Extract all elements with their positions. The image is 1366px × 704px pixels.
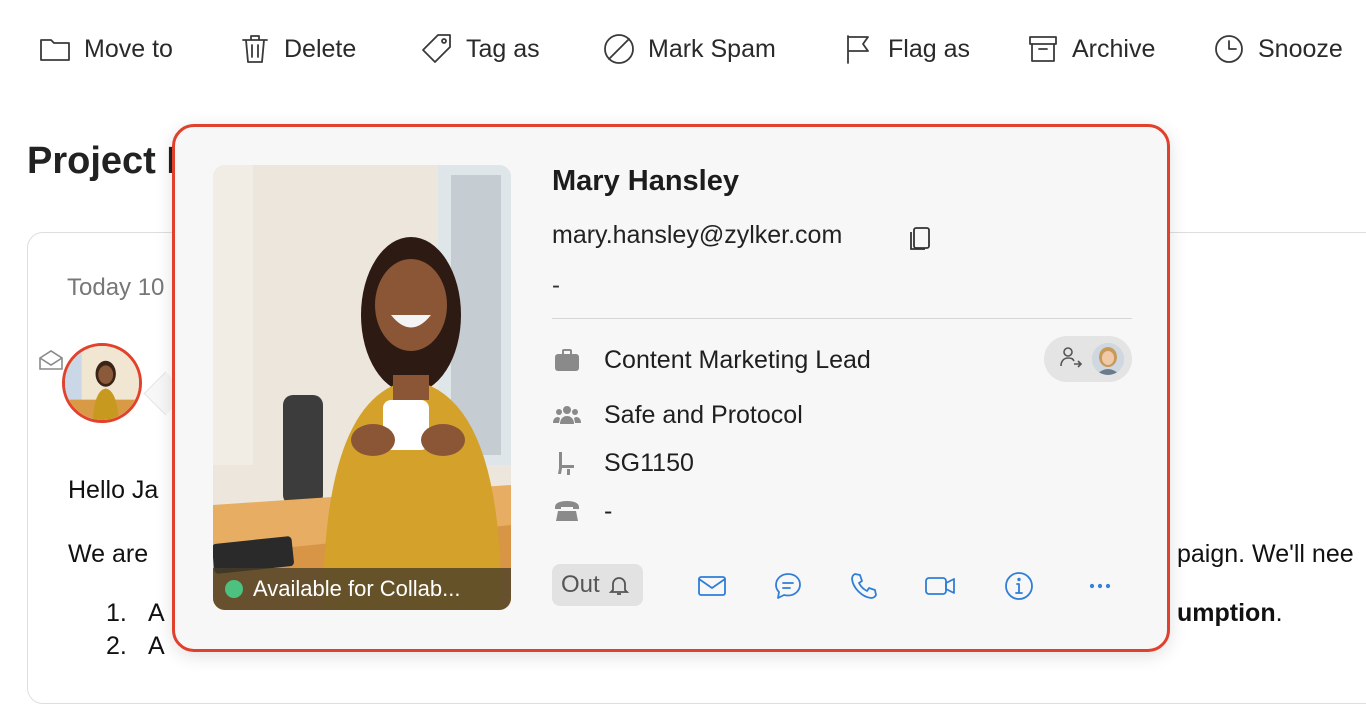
snooze-button[interactable]: Snooze [1212, 28, 1343, 70]
contact-email[interactable]: mary.hansley@zylker.com [552, 221, 842, 250]
seat-icon [552, 448, 582, 478]
job-title: Content Marketing Lead [604, 345, 871, 374]
sender-avatar[interactable] [62, 343, 142, 423]
bell-icon [608, 577, 629, 595]
flag-as-label: Flag as [888, 34, 970, 63]
snooze-label: Snooze [1258, 34, 1343, 63]
status-dot [225, 580, 243, 598]
list-item-bold: umption [1177, 599, 1276, 627]
tag-icon [422, 34, 451, 63]
out-label: Out [561, 571, 600, 598]
tag-as-button[interactable]: Tag as [420, 28, 540, 70]
manager-avatar [1092, 343, 1124, 375]
archive-label: Archive [1072, 34, 1156, 63]
email-paragraph-start: We are [68, 540, 149, 568]
phone-icon [851, 573, 877, 599]
list-item-end: umption. [1177, 599, 1283, 628]
department-row: Safe and Protocol [552, 398, 803, 432]
reporting-manager-button[interactable] [1044, 336, 1132, 382]
list-item-number: 1. [106, 599, 127, 627]
envelope-open-icon [38, 349, 64, 371]
out-of-office-button[interactable]: Out [552, 564, 643, 606]
list-item-start: A [148, 599, 165, 627]
briefcase-icon [552, 345, 582, 375]
tag-as-label: Tag as [466, 34, 540, 63]
trash-icon [242, 35, 268, 63]
move-to-label: Move to [84, 34, 173, 63]
move-to-button[interactable]: Move to [38, 28, 173, 70]
status-text: Available for Collab... [253, 576, 461, 601]
archive-button[interactable]: Archive [1026, 28, 1155, 70]
call-button[interactable] [846, 568, 882, 604]
delete-label: Delete [284, 34, 357, 63]
email-paragraph-end: paign. We'll nee [1177, 540, 1354, 568]
email-subject: Project B [27, 140, 194, 182]
mail-toolbar: Move to Delete Tag as Mark Spam Flag as … [0, 0, 1366, 98]
more-icon [1089, 583, 1111, 589]
send-email-button[interactable] [694, 568, 730, 604]
flag-as-button[interactable]: Flag as [842, 28, 970, 70]
phone-row: - [552, 494, 612, 528]
email-greeting: Hello Ja [68, 476, 159, 504]
video-icon [925, 577, 955, 595]
seat-row: SG1150 [552, 446, 694, 480]
info-icon [1005, 572, 1033, 600]
reports-to-icon [1058, 344, 1084, 375]
mark-spam-button[interactable]: Mark Spam [602, 28, 776, 70]
more-options-button[interactable] [1082, 568, 1118, 604]
clock-icon [1215, 35, 1243, 63]
job-title-row: Content Marketing Lead [552, 343, 871, 377]
contact-photo-image [213, 165, 511, 610]
email-date: Today 10 [67, 274, 165, 301]
phone-number: - [604, 496, 613, 525]
info-button[interactable] [1001, 568, 1037, 604]
team-icon [552, 400, 582, 430]
contact-secondary-info: - [552, 272, 560, 299]
spam-icon [604, 34, 634, 64]
list-item-suffix: . [1275, 599, 1283, 627]
desk-phone-icon [552, 496, 582, 526]
chat-icon [775, 573, 801, 599]
delete-button[interactable]: Delete [238, 28, 356, 70]
archive-icon [1029, 36, 1057, 62]
mark-spam-label: Mark Spam [648, 34, 776, 63]
availability-status: Available for Collab... [213, 568, 511, 610]
mail-icon [698, 576, 726, 596]
flag-icon [847, 35, 869, 64]
list-item-start: A [148, 632, 165, 660]
folder-icon [40, 39, 70, 61]
contact-name: Mary Hansley [552, 165, 739, 197]
list-item-number: 2. [106, 632, 127, 660]
contact-photo: Available for Collab... [213, 165, 511, 610]
video-call-button[interactable] [922, 568, 958, 604]
department: Safe and Protocol [604, 400, 803, 429]
divider [552, 318, 1132, 319]
copy-icon[interactable] [905, 222, 935, 252]
seat-location: SG1150 [604, 448, 694, 477]
chat-button[interactable] [770, 568, 806, 604]
